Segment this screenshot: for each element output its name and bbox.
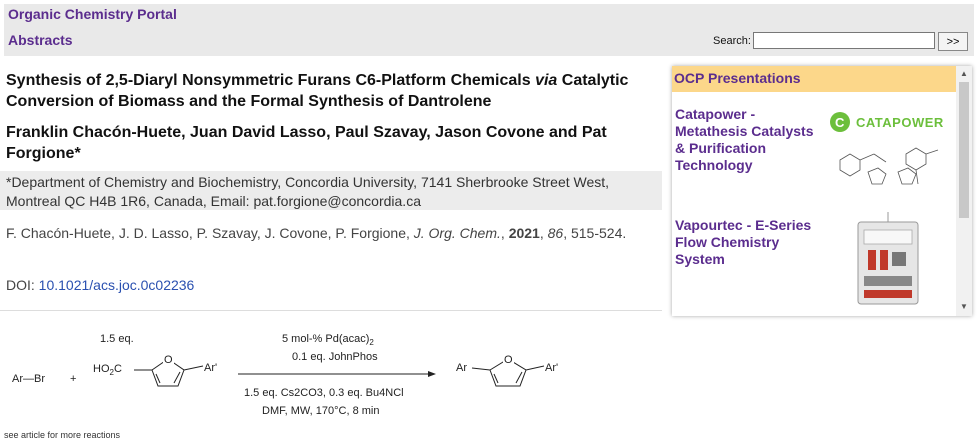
condition-catalyst: 5 mol-% Pd(acac)2: [282, 333, 374, 347]
ocp-header-title: OCP Presentations: [674, 70, 801, 86]
ocp-header: OCP Presentations: [672, 66, 956, 92]
doi-link[interactable]: 10.1021/acs.joc.0c02236: [39, 277, 195, 293]
portal-title[interactable]: Organic Chemistry Portal: [8, 6, 177, 22]
ocp-scrollbar[interactable]: ▲ ▼: [956, 66, 972, 316]
doi-label: DOI:: [6, 277, 39, 293]
title-text-1: Synthesis of 2,5-Diaryl Nonsymmetric Fur…: [6, 72, 536, 89]
catalyst-structure-icon: [839, 147, 939, 185]
citation-pages: 515-524.: [570, 225, 627, 241]
affiliation-box: *Department of Chemistry and Biochemistr…: [0, 171, 662, 210]
vapourtec-device-image[interactable]: [852, 212, 932, 312]
ocp-presentations-panel: OCP Presentations Catapower - Metathesis…: [672, 66, 972, 316]
section-title[interactable]: Abstracts: [8, 32, 73, 48]
search-label: Search:: [713, 35, 751, 47]
ad-vapourtec-title[interactable]: Vapourtec - E-Series Flow Chemistry Syst…: [675, 217, 825, 268]
scroll-up-icon[interactable]: ▲: [960, 69, 968, 78]
product-ar-prime-label: Ar': [545, 362, 558, 374]
doi-line: DOI: 10.1021/acs.joc.0c02236: [6, 277, 194, 293]
arrow-head: [428, 371, 436, 377]
article-title: Synthesis of 2,5-Diaryl Nonsymmetric Fur…: [6, 70, 656, 112]
plus-sign: +: [70, 373, 76, 385]
title-text-italic: via: [535, 72, 558, 89]
condition-solvent: DMF, MW, 170°C, 8 min: [262, 405, 379, 417]
scroll-down-icon[interactable]: ▼: [960, 302, 968, 311]
oxygen-label: O: [164, 354, 173, 366]
citation: F. Chacón-Huete, J. D. Lasso, P. Szavay,…: [6, 225, 627, 241]
ar-prime-label: Ar': [204, 362, 217, 374]
see-more-link[interactable]: see article for more reactions: [4, 430, 120, 440]
condition-base: 1.5 eq. Cs2CO3, 0.3 eq. Bu4NCl: [244, 387, 404, 399]
top-bar: Organic Chemistry Portal Abstracts Searc…: [4, 4, 974, 56]
citation-volume: 86: [547, 225, 564, 241]
reactant-aryl-bromide: Ar—Br: [12, 373, 45, 385]
ad-catapower-title[interactable]: Catapower - Metathesis Catalysts & Purif…: [675, 106, 825, 174]
scroll-thumb[interactable]: [959, 82, 969, 218]
affiliation-text: *Department of Chemistry and Biochemistr…: [6, 174, 610, 209]
product-ar-label: Ar: [456, 362, 467, 374]
citation-journal: J. Org. Chem.: [413, 225, 501, 241]
catapower-logo[interactable]: C CATAPOWER: [828, 110, 952, 200]
citation-year: 2021: [508, 225, 540, 241]
citation-authors: F. Chacón-Huete, J. D. Lasso, P. Szavay,…: [6, 225, 414, 241]
catapower-wordmark: CATAPOWER: [856, 115, 944, 130]
product-oxygen-label: O: [504, 354, 513, 366]
search-input[interactable]: [753, 32, 935, 49]
condition-ligand: 0.1 eq. JohnPhos: [292, 351, 378, 363]
divider: [0, 310, 662, 311]
search-button[interactable]: >>: [938, 32, 968, 51]
catapower-icon-letter: C: [835, 115, 845, 130]
equivalents-label: 1.5 eq.: [100, 333, 134, 345]
reaction-scheme: Ar—Br + 1.5 eq. HO2C O Ar' 5 mol-% Pd(ac…: [12, 333, 558, 417]
article-authors: Franklin Chacón-Huete, Juan David Lasso,…: [6, 124, 607, 162]
carboxylic-acid-label: HO2C: [93, 363, 122, 377]
